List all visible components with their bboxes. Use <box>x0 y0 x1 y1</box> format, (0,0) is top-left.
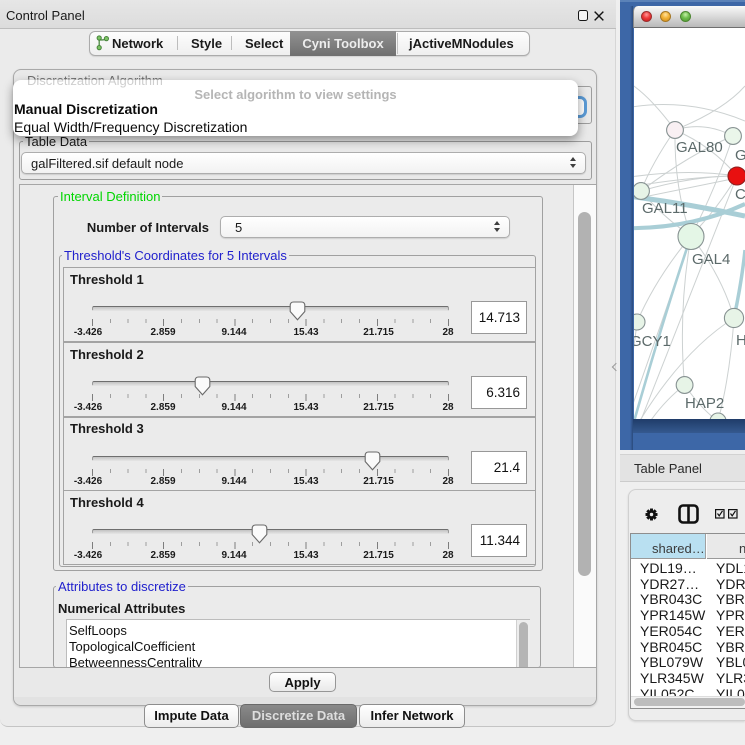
svg-text:C: C <box>735 186 745 203</box>
svg-text:GAL4: GAL4 <box>692 251 730 268</box>
svg-text:GAL80: GAL80 <box>676 139 723 156</box>
svg-text:HAP2: HAP2 <box>685 395 724 412</box>
svg-text:GA: GA <box>735 147 745 164</box>
svg-text:GCY1: GCY1 <box>634 333 671 350</box>
svg-text:H: H <box>736 332 745 349</box>
svg-text:GAL11: GAL11 <box>642 200 688 217</box>
